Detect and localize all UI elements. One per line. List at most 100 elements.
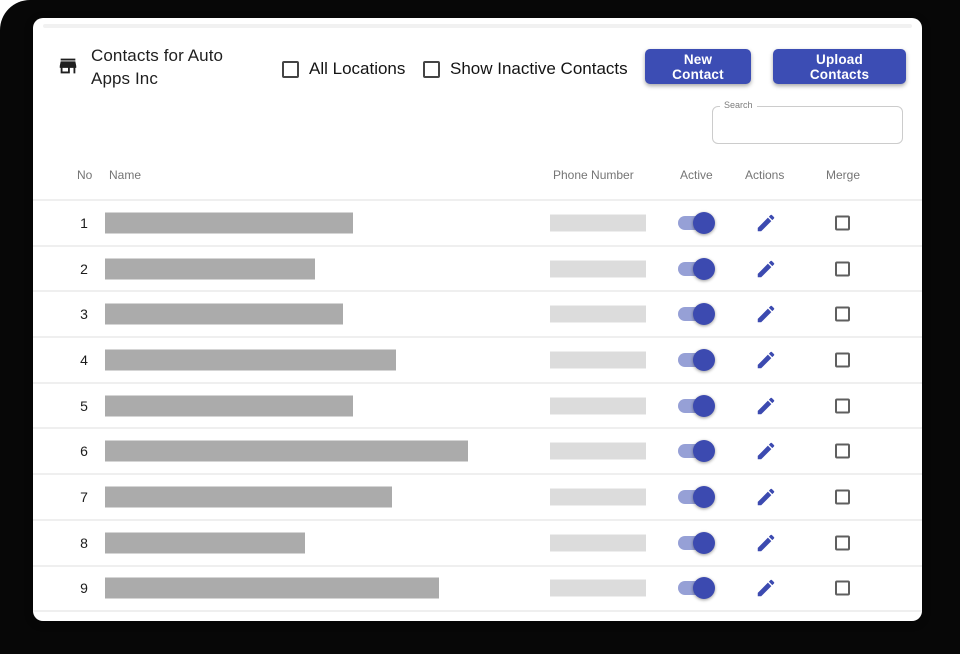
row-number: 7 xyxy=(75,489,93,505)
all-locations-label: All Locations xyxy=(309,59,405,79)
edit-pencil-icon xyxy=(755,258,777,280)
edit-contact-button[interactable] xyxy=(755,486,777,508)
app-frame: Contacts for Auto Apps Inc All Locations… xyxy=(0,0,960,654)
row-number: 3 xyxy=(75,306,93,322)
all-locations-checkbox[interactable] xyxy=(282,61,299,78)
name-placeholder-bar xyxy=(105,258,315,279)
merge-checkbox[interactable] xyxy=(835,489,850,504)
active-toggle[interactable] xyxy=(678,536,712,550)
column-header-actions: Actions xyxy=(745,168,784,182)
active-toggle[interactable] xyxy=(678,307,712,321)
name-placeholder-bar xyxy=(105,441,468,462)
phone-placeholder-bar xyxy=(550,397,646,414)
column-header-merge: Merge xyxy=(826,168,860,182)
active-toggle-thumb[interactable] xyxy=(693,395,715,417)
edit-contact-button[interactable] xyxy=(755,303,777,325)
name-placeholder-bar xyxy=(105,395,353,416)
phone-placeholder-bar xyxy=(550,260,646,277)
phone-placeholder-bar xyxy=(550,214,646,231)
table-row: 5 xyxy=(33,384,922,430)
merge-checkbox[interactable] xyxy=(835,261,850,276)
active-toggle-thumb[interactable] xyxy=(693,258,715,280)
column-header-phone-number: Phone Number xyxy=(553,168,634,182)
merge-checkbox[interactable] xyxy=(835,581,850,596)
table-row: 3 xyxy=(33,292,922,338)
name-placeholder-bar xyxy=(105,212,353,233)
column-header-active: Active xyxy=(680,168,713,182)
edit-pencil-icon xyxy=(755,577,777,599)
edit-pencil-icon xyxy=(755,532,777,554)
show-inactive-checkbox[interactable] xyxy=(423,61,440,78)
filter-show-inactive[interactable]: Show Inactive Contacts xyxy=(423,59,628,79)
new-contact-button[interactable]: New Contact xyxy=(645,49,751,84)
table-body: 1 2 3 4 xyxy=(33,199,922,612)
row-number: 2 xyxy=(75,261,93,277)
phone-placeholder-bar xyxy=(550,488,646,505)
active-toggle-thumb[interactable] xyxy=(693,212,715,234)
row-number: 9 xyxy=(75,580,93,596)
show-inactive-label: Show Inactive Contacts xyxy=(450,59,628,79)
column-header-name: Name xyxy=(109,168,141,182)
edit-contact-button[interactable] xyxy=(755,532,777,554)
table-row: 1 xyxy=(33,201,922,247)
card-top-strip xyxy=(43,24,912,28)
merge-checkbox[interactable] xyxy=(835,215,850,230)
row-number: 4 xyxy=(75,352,93,368)
edit-pencil-icon xyxy=(755,349,777,371)
edit-contact-button[interactable] xyxy=(755,212,777,234)
edit-pencil-icon xyxy=(755,395,777,417)
row-number: 6 xyxy=(75,443,93,459)
active-toggle[interactable] xyxy=(678,216,712,230)
active-toggle[interactable] xyxy=(678,444,712,458)
table-row: 9 xyxy=(33,567,922,613)
edit-contact-button[interactable] xyxy=(755,349,777,371)
active-toggle-thumb[interactable] xyxy=(693,532,715,554)
phone-placeholder-bar xyxy=(550,306,646,323)
edit-pencil-icon xyxy=(755,303,777,325)
name-placeholder-bar xyxy=(105,532,305,553)
merge-checkbox[interactable] xyxy=(835,398,850,413)
merge-checkbox[interactable] xyxy=(835,352,850,367)
search-field: Search xyxy=(712,106,903,144)
search-input[interactable] xyxy=(712,106,903,144)
active-toggle[interactable] xyxy=(678,399,712,413)
page-title-line2: Apps Inc xyxy=(91,67,223,90)
active-toggle-thumb[interactable] xyxy=(693,577,715,599)
active-toggle-thumb[interactable] xyxy=(693,303,715,325)
name-placeholder-bar xyxy=(105,304,343,325)
edit-pencil-icon xyxy=(755,486,777,508)
active-toggle[interactable] xyxy=(678,581,712,595)
active-toggle-thumb[interactable] xyxy=(693,440,715,462)
table-row: 7 xyxy=(33,475,922,521)
active-toggle-thumb[interactable] xyxy=(693,486,715,508)
active-toggle[interactable] xyxy=(678,490,712,504)
table-row: 4 xyxy=(33,338,922,384)
active-toggle-thumb[interactable] xyxy=(693,349,715,371)
row-number: 8 xyxy=(75,535,93,551)
name-placeholder-bar xyxy=(105,349,396,370)
phone-placeholder-bar xyxy=(550,443,646,460)
merge-checkbox[interactable] xyxy=(835,444,850,459)
upload-contacts-button[interactable]: Upload Contacts xyxy=(773,49,906,84)
phone-placeholder-bar xyxy=(550,534,646,551)
table-row: 2 xyxy=(33,247,922,293)
edit-contact-button[interactable] xyxy=(755,258,777,280)
table-row: 8 xyxy=(33,521,922,567)
merge-checkbox[interactable] xyxy=(835,307,850,322)
edit-contact-button[interactable] xyxy=(755,395,777,417)
row-number: 1 xyxy=(75,215,93,231)
filter-all-locations[interactable]: All Locations xyxy=(282,59,405,79)
edit-contact-button[interactable] xyxy=(755,577,777,599)
table-row: 6 xyxy=(33,429,922,475)
phone-placeholder-bar xyxy=(550,580,646,597)
merge-checkbox[interactable] xyxy=(835,535,850,550)
table-header: No Name Phone Number Active Actions Merg… xyxy=(33,164,922,188)
edit-pencil-icon xyxy=(755,212,777,234)
page-title: Contacts for Auto Apps Inc xyxy=(91,44,223,90)
active-toggle[interactable] xyxy=(678,353,712,367)
column-header-no: No xyxy=(77,168,92,182)
edit-contact-button[interactable] xyxy=(755,440,777,462)
name-placeholder-bar xyxy=(105,486,392,507)
active-toggle[interactable] xyxy=(678,262,712,276)
storefront-icon xyxy=(57,55,79,77)
